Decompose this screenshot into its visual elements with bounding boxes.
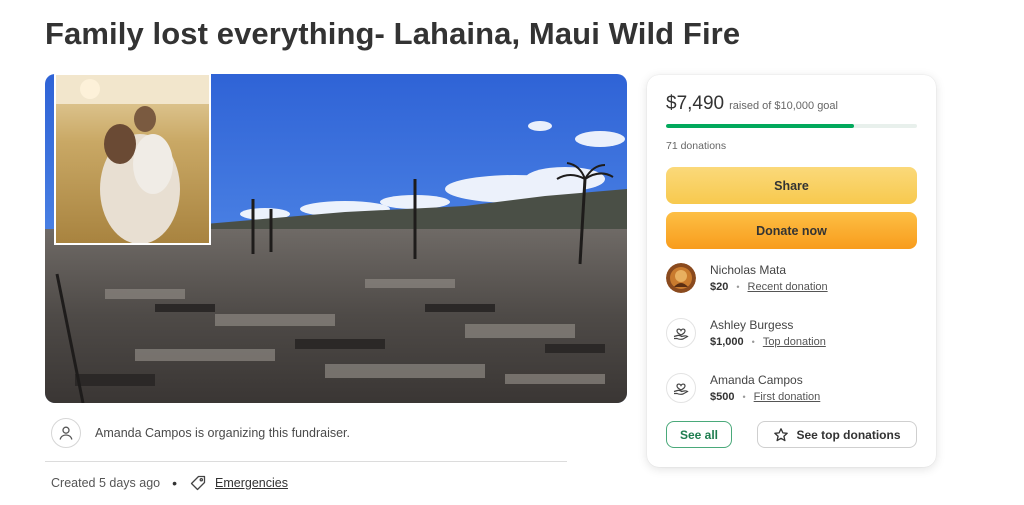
donor-separator: • <box>751 337 755 347</box>
donation-count: 71 donations <box>666 140 727 152</box>
divider <box>45 461 567 462</box>
raised-amount: $7,490 <box>666 93 725 114</box>
hero-illustration <box>45 74 627 403</box>
donor-name: Nicholas Mata <box>710 263 787 277</box>
donor-name: Amanda Campos <box>710 373 803 387</box>
donor-name: Ashley Burgess <box>710 318 794 332</box>
donation-heart-icon <box>666 373 696 403</box>
created-date: Created 5 days ago <box>51 476 161 490</box>
donate-now-button[interactable]: Donate now <box>666 212 917 249</box>
campaign-hero-image <box>45 74 627 403</box>
donor-item: Ashley Burgess $1,000 • Top donation <box>666 318 826 348</box>
donor-amount: $20 <box>710 281 729 293</box>
donor-amount: $1,000 <box>710 336 744 348</box>
campaign-meta: Created 5 days ago • Emergencies <box>51 474 288 492</box>
donation-card: $7,490 raised of $10,000 goal 71 donatio… <box>647 75 936 467</box>
donor-item: Amanda Campos $500 • First donation <box>666 373 820 403</box>
progress-bar <box>666 124 917 128</box>
donor-separator: • <box>742 392 746 402</box>
see-top-donations-button[interactable]: See top donations <box>757 421 917 448</box>
tag-icon <box>189 474 207 492</box>
see-top-donations-label: See top donations <box>796 427 901 442</box>
donor-amount: $500 <box>710 391 735 403</box>
see-all-button[interactable]: See all <box>666 421 732 448</box>
top-donation-link[interactable]: Top donation <box>763 336 826 348</box>
donor-item: Nicholas Mata $20 • Recent donation <box>666 263 828 293</box>
recent-donation-link[interactable]: Recent donation <box>748 281 828 293</box>
category-link[interactable]: Emergencies <box>215 476 288 490</box>
goal-text: raised of $10,000 goal <box>729 100 838 112</box>
organizer-text: Amanda Campos is organizing this fundrai… <box>95 426 350 440</box>
page-title: Family lost everything- Lahaina, Maui Wi… <box>45 16 741 51</box>
organizer-row: Amanda Campos is organizing this fundrai… <box>51 418 350 448</box>
person-icon <box>51 418 81 448</box>
raised-summary: $7,490 raised of $10,000 goal <box>666 93 838 115</box>
donor-avatar <box>666 263 696 293</box>
meta-separator: • <box>172 475 178 491</box>
donor-separator: • <box>736 282 740 292</box>
progress-fill <box>666 124 854 128</box>
donation-heart-icon <box>666 318 696 348</box>
star-icon <box>773 427 789 443</box>
share-button[interactable]: Share <box>666 167 917 204</box>
first-donation-link[interactable]: First donation <box>754 391 821 403</box>
